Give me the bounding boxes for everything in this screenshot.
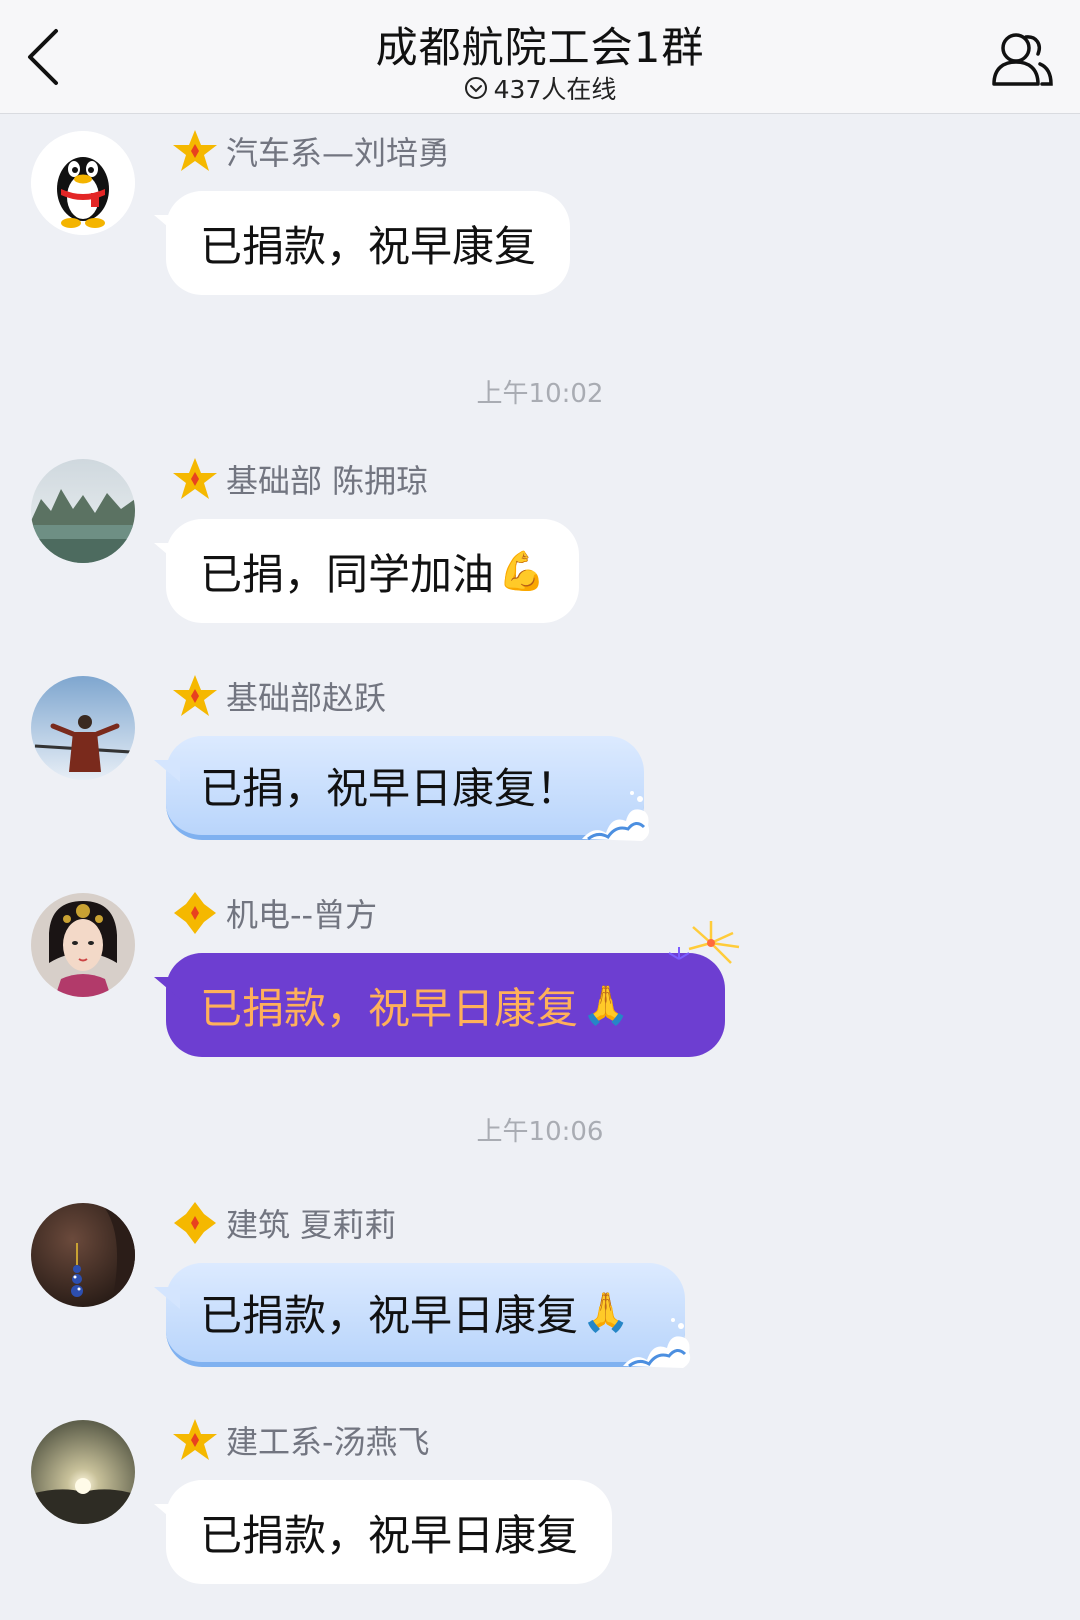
earring-avatar-icon [31, 1203, 135, 1307]
timestamp: 上午10:02 [476, 379, 604, 409]
avatar[interactable] [31, 459, 135, 563]
message-item: 建筑 夏莉莉 已捐款，祝早日康复 🙏 [0, 1187, 1080, 1377]
folded-hands-emoji: 🙏 [582, 1290, 630, 1334]
message-bubble[interactable]: 已捐，祝早日康复！ [166, 736, 650, 841]
message-text: 已捐款，祝早日康复 [200, 1291, 579, 1340]
avatar[interactable] [31, 893, 135, 997]
sender-name[interactable]: 机电--曾方 [172, 891, 377, 935]
message-text: 已捐款，祝早日康复 [200, 1510, 579, 1560]
diamond-badge-icon [174, 892, 216, 934]
online-status[interactable]: 437人在线 [0, 70, 1080, 106]
star-badge-icon [173, 675, 217, 716]
fireworks-decoration-icon [668, 921, 740, 964]
sender-name[interactable]: 建筑 夏莉莉 [172, 1201, 396, 1245]
folded-hands-emoji: 🙏 [582, 982, 630, 1027]
message-bubble[interactable]: 已捐款，祝早康复 [166, 191, 571, 295]
avatar[interactable] [31, 1420, 135, 1524]
star-badge-icon [173, 1419, 217, 1460]
chat-area[interactable]: 汽车系—刘培勇 已捐款，祝早康复 上午10:02 基础部 陈拥琼 已捐，同学加油… [0, 115, 1080, 1620]
wave-decoration-icon [623, 1318, 691, 1368]
sunrise-avatar-icon [31, 1420, 135, 1524]
nav-header: 成都航院工会1群 437人在线 [0, 0, 1080, 114]
message-item: 机电--曾方 已捐款，祝早日康复 🙏 [0, 877, 1080, 1067]
group-members-icon [992, 33, 1053, 86]
avatar[interactable] [31, 676, 135, 780]
message-item: 建工系-汤燕飞 已捐款，祝早日康复 [0, 1404, 1080, 1604]
diamond-badge-icon [174, 1202, 216, 1244]
message-text: 已捐款，祝早康复 [200, 221, 537, 271]
message-text: 已捐，祝早日康复！ [200, 764, 579, 813]
online-count: 437人在线 [493, 75, 617, 104]
message-item: 基础部赵跃 已捐，祝早日康复！ [0, 660, 1080, 850]
lady-portrait-avatar-icon [31, 893, 135, 997]
message-bubble[interactable]: 已捐款，祝早日康复 [166, 1480, 613, 1584]
star-badge-icon [173, 130, 217, 171]
chevron-down-circle-icon [464, 77, 487, 99]
message-text: 已捐，同学加油 [200, 549, 495, 599]
sender-name[interactable]: 汽车系—刘培勇 [172, 129, 450, 173]
message-item: 基础部 陈拥琼 已捐，同学加油 💪 [0, 443, 1080, 633]
avatar[interactable] [31, 131, 135, 235]
message-bubble[interactable]: 已捐款，祝早日康复 🙏 [166, 921, 740, 1057]
group-members-button[interactable] [988, 24, 1056, 92]
chat-title: 成都航院工会1群 [375, 23, 705, 72]
avatar[interactable] [31, 1203, 135, 1307]
message-bubble[interactable]: 已捐，同学加油 💪 [166, 519, 580, 623]
sender-name[interactable]: 基础部 陈拥琼 [172, 457, 428, 501]
landscape-avatar-icon [31, 459, 135, 563]
person-sky-avatar-icon [31, 676, 135, 780]
sender-name[interactable]: 基础部赵跃 [172, 674, 386, 718]
wave-decoration-icon [582, 791, 650, 841]
message-bubble[interactable]: 已捐款，祝早日康复 🙏 [166, 1263, 691, 1368]
qq-penguin-icon [31, 131, 135, 235]
sender-name[interactable]: 建工系-汤燕飞 [172, 1418, 430, 1462]
message-text: 已捐款，祝早日康复 [200, 983, 579, 1033]
message-item: 汽车系—刘培勇 已捐款，祝早康复 [0, 115, 1080, 305]
timestamp: 上午10:06 [476, 1117, 604, 1147]
star-badge-icon [173, 458, 217, 499]
flexed-biceps-emoji: 💪 [498, 548, 546, 593]
